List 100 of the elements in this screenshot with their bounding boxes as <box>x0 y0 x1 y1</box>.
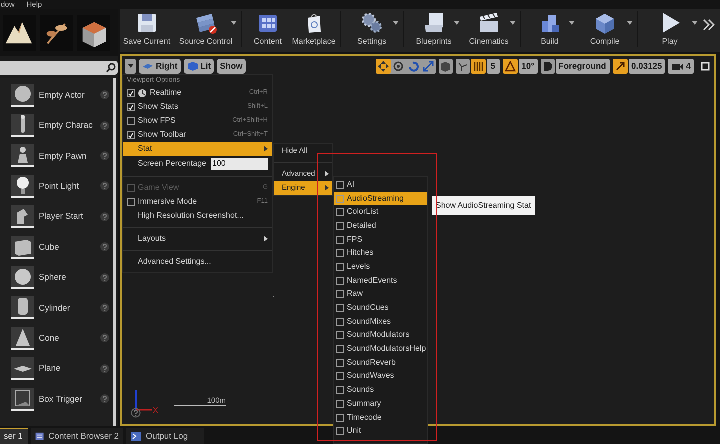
menu-item[interactable]: FPS <box>334 232 427 246</box>
place-actor-item[interactable]: Plane <box>0 354 113 384</box>
help-icon[interactable] <box>100 333 110 344</box>
menu-item[interactable]: SoundWaves <box>334 370 427 384</box>
mode-tab[interactable] <box>3 14 36 50</box>
toolbar-button[interactable]: Settings <box>344 11 400 47</box>
menu-item[interactable]: ColorList <box>334 205 427 220</box>
checkbox[interactable] <box>336 262 344 271</box>
menu-item[interactable]: SoundModulators <box>334 328 427 342</box>
checkbox[interactable] <box>336 276 344 285</box>
checkbox[interactable] <box>127 89 135 97</box>
help-icon[interactable] <box>100 181 110 192</box>
world-axis-button[interactable] <box>456 58 470 74</box>
submenu-item[interactable]: Stat <box>123 142 272 156</box>
scale-tool-button[interactable] <box>420 58 436 74</box>
checkbox[interactable] <box>127 198 135 206</box>
place-actor-item[interactable]: Player Start <box>0 202 113 232</box>
checkbox[interactable] <box>127 117 135 125</box>
toolbar-button[interactable]: Build <box>524 11 576 47</box>
checkbox[interactable] <box>336 414 344 422</box>
menu-item[interactable]: Advanced Settings... <box>123 255 272 269</box>
menu-item[interactable]: Hitches <box>334 246 427 260</box>
toolbar-button[interactable]: Content <box>245 11 291 47</box>
help-icon[interactable] <box>131 408 141 418</box>
maximize-icon[interactable] <box>701 62 710 71</box>
submenu-item[interactable]: Layouts <box>123 232 272 246</box>
show-button[interactable]: Show <box>217 58 246 74</box>
place-actor-item[interactable]: Cube <box>0 232 113 262</box>
toolbar-button[interactable]: Cinematics <box>461 11 517 47</box>
place-actor-item[interactable]: Cylinder <box>0 292 113 324</box>
place-actor-item[interactable]: Empty Pawn <box>0 140 113 172</box>
help-icon[interactable] <box>100 302 110 313</box>
toolbar-button[interactable]: Blueprints <box>407 11 461 47</box>
checkbox[interactable] <box>336 318 344 326</box>
menu-item[interactable]: Summary <box>334 397 427 411</box>
toolbar-button[interactable]: Marketplace <box>291 11 337 47</box>
menu-item[interactable]: High Resolution Screenshot... <box>123 209 272 223</box>
checkbox[interactable] <box>336 290 344 298</box>
menu-item[interactable]: Sounds <box>334 383 427 397</box>
mode-tab[interactable] <box>40 14 73 50</box>
grid-size-button[interactable]: 5 <box>486 58 500 74</box>
place-actor-item[interactable]: Point Light <box>0 171 113 202</box>
checkbox[interactable] <box>127 103 135 111</box>
menu-item[interactable]: AudioStreaming <box>334 192 427 206</box>
help-icon[interactable] <box>100 90 110 100</box>
checkbox[interactable] <box>336 400 344 408</box>
help-icon[interactable] <box>100 272 110 283</box>
menu-item[interactable]: Detailed <box>334 219 427 233</box>
toolbar-button[interactable]: Play <box>641 11 699 47</box>
move-tool-button[interactable] <box>376 58 391 74</box>
layer-button[interactable] <box>540 58 555 74</box>
help-icon[interactable] <box>100 364 110 374</box>
menu-item[interactable]: NamedEvents <box>334 274 427 288</box>
menu-item[interactable]: SoundCues <box>334 301 427 315</box>
help-icon[interactable] <box>100 242 110 252</box>
help-icon[interactable] <box>100 120 110 131</box>
menu-item[interactable]: Unit <box>334 424 427 438</box>
place-actor-item[interactable]: Empty Charac <box>0 110 113 141</box>
menu-item[interactable]: Raw <box>334 288 427 302</box>
checkbox[interactable] <box>336 222 344 230</box>
toolbar-button[interactable]: Compile <box>576 11 634 47</box>
help-icon[interactable] <box>100 150 110 161</box>
checkbox[interactable] <box>336 427 344 436</box>
place-actor-item[interactable]: Sphere <box>0 262 113 293</box>
checkbox[interactable] <box>336 345 344 354</box>
checkbox[interactable] <box>336 358 344 367</box>
place-actor-item[interactable]: Box Trigger <box>0 384 113 414</box>
menu-item[interactable]: AI <box>334 178 427 192</box>
rotation-angle-button[interactable]: 10° <box>518 58 538 74</box>
place-actor-item[interactable]: Empty Actor <box>0 80 113 110</box>
checkbox[interactable] <box>336 180 344 189</box>
checkbox[interactable] <box>127 131 135 139</box>
place-actor-item[interactable]: Cone <box>0 323 113 354</box>
search-field[interactable] <box>0 61 118 75</box>
lighting-mode-button[interactable]: Lit <box>184 58 214 74</box>
panel-tab[interactable]: Content Browser 2 <box>31 428 123 444</box>
checkbox[interactable] <box>336 208 344 216</box>
help-icon[interactable] <box>100 212 110 222</box>
rotate-tool-button[interactable] <box>390 58 406 74</box>
help-icon[interactable] <box>100 394 110 404</box>
options-dropdown-button[interactable] <box>125 58 136 74</box>
surface-snap-button[interactable] <box>438 58 453 74</box>
toolbar-button[interactable]: Source Control <box>174 11 238 47</box>
menu-item[interactable]: Timecode <box>334 410 427 424</box>
scale-value-button[interactable]: 0.03125 <box>628 58 666 74</box>
view-mode-button[interactable]: Right <box>139 58 181 74</box>
menu-item[interactable]: SoundMixes <box>334 314 427 329</box>
number-field[interactable]: 100 <box>210 158 268 170</box>
menu-item[interactable]: SoundReverb <box>334 356 427 370</box>
menu-item[interactable]: SoundModulatorsHelp <box>334 342 427 356</box>
rotation-snap-button[interactable] <box>502 58 518 74</box>
menu-item[interactable]: Levels <box>334 260 427 274</box>
checkbox[interactable] <box>336 249 344 258</box>
mode-tab[interactable] <box>77 14 110 50</box>
panel-tab[interactable]: ser 1 <box>0 428 28 444</box>
checkbox[interactable] <box>336 331 344 340</box>
checkbox[interactable] <box>336 236 344 244</box>
checkbox[interactable] <box>336 304 344 312</box>
layer-dropdown[interactable]: Foreground <box>556 58 610 74</box>
checkbox[interactable] <box>336 194 344 203</box>
